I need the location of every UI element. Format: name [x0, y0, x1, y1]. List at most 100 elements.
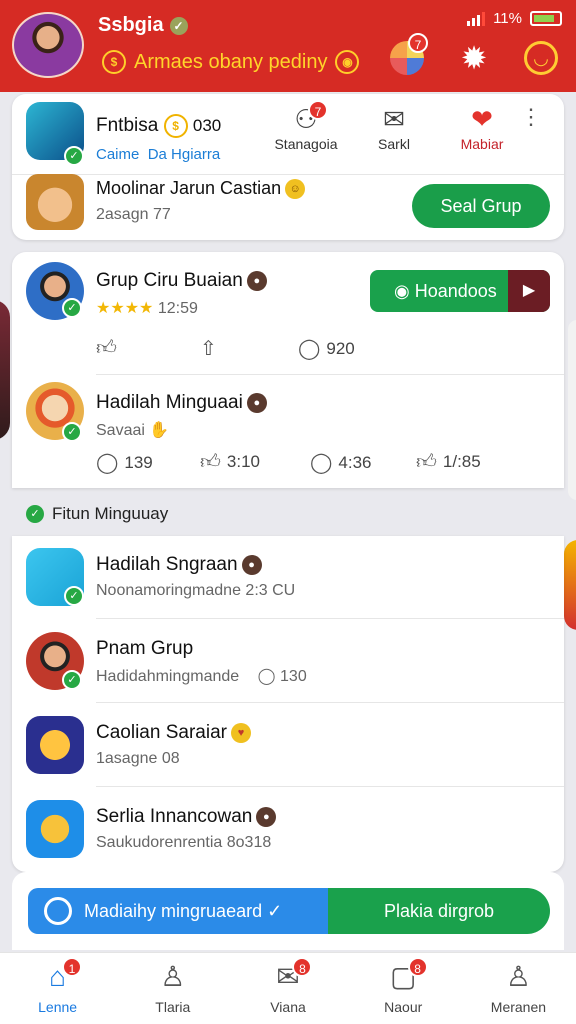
verified-icon: ✓ [169, 16, 188, 35]
section-heading: ✓ Fitun Minguuay [12, 494, 564, 534]
nav-home[interactable]: ⌂ 1 Lenne [0, 953, 115, 1024]
coin-status[interactable]: $ Armaes obany pediny ◉ [96, 46, 369, 78]
list-item[interactable]: ✓ Hadilah Sngraan ● Noonamoringmadne 2:3 … [12, 536, 564, 618]
list-title: Pnam Grup [96, 638, 194, 659]
row-title: Moolinar Jarun Castian ☺ [96, 178, 306, 200]
verified-check-icon: ✓ [62, 298, 82, 318]
status-bar: 11% [467, 10, 562, 27]
bottom-navigation: ⌂ 1 Lenne ♙ Tlaria ✉ 8 Viana ▢ 8 Naour ♙… [0, 952, 576, 1024]
tab-mail[interactable]: ✉ Sarkl [350, 102, 438, 152]
share-icon: ⇧ [200, 338, 217, 360]
nav-saved[interactable]: ▢ 8 Naour [346, 953, 461, 1024]
smile-icon[interactable]: ◡ [524, 41, 558, 75]
tab-badge: 7 [308, 100, 328, 120]
battery-icon [530, 11, 562, 26]
check-icon: ✓ [26, 505, 44, 523]
nav-profile[interactable]: ♙ Meranen [461, 953, 576, 1024]
emoji-icon: ● [256, 806, 277, 827]
comment-icon: ◯ [96, 452, 119, 474]
comment-action[interactable]: ◯ 920 [298, 336, 355, 361]
divider [96, 618, 564, 619]
chat-group-icon: ⚇ [294, 104, 318, 134]
mascot-avatar[interactable] [26, 174, 84, 230]
comment-action[interactable]: ◯ 4:36 [310, 450, 371, 475]
app-header: Ssbgia ✓ $ Armaes obany pediny ◉ 11% 7 ✹ … [0, 0, 576, 92]
profile-icon: ♙ [505, 961, 531, 992]
group-title: Grup Ciru Buaian ● [96, 270, 267, 292]
group-title-text: Grup Ciru Buaian [96, 270, 243, 291]
list-item[interactable]: ✓ Pnam Grup Hadidahmingmande ◯ 130 [12, 620, 564, 702]
like-action[interactable]: 👍︎ [96, 336, 123, 360]
bookmark-icon: ▢ [389, 961, 417, 992]
tab-favorites[interactable]: ❤ Mabiar [438, 102, 526, 152]
comment-icon: ◯ [298, 338, 321, 360]
tab-label: Mabiar [460, 136, 504, 152]
refresh-icon [44, 897, 72, 925]
status-percent: 11% [493, 10, 522, 27]
person-icon: ♙ [160, 961, 186, 992]
emoji-icon: ♥ [230, 722, 251, 743]
join-group-button[interactable]: Seal Grup [412, 184, 550, 228]
weekly-gift-button[interactable]: Madiaihy mingruaeard ✓ [28, 888, 328, 934]
username-row: Ssbgia ✓ [98, 14, 188, 37]
play-arrow-icon[interactable]: ▶ [508, 270, 550, 312]
nav-inbox[interactable]: ✉ 8 Viana [230, 953, 345, 1024]
rating-stars: ★★★★ [96, 300, 154, 317]
verified-check-icon: ✓ [64, 146, 84, 166]
game-ball-icon[interactable]: 7 [390, 33, 428, 75]
tab-label: Sarkl [378, 136, 410, 152]
like-action[interactable]: 👍︎ 1/:85 [416, 450, 481, 474]
emoji-icon: ● [246, 270, 267, 291]
profile-name-row: Fntbisa $ 030 [96, 114, 221, 138]
thumbs-up-icon: 👍︎ [416, 451, 437, 473]
settings-gear-icon[interactable]: ✹ [456, 40, 492, 76]
profile-meta: 030 [192, 116, 222, 136]
profile-name: Fntbisa [96, 115, 159, 137]
comment-count: 130 [280, 668, 307, 685]
user-avatar[interactable] [12, 12, 84, 78]
profile-link-1[interactable]: Caime [96, 146, 139, 163]
nav-label: Viana [270, 999, 306, 1015]
divider [96, 374, 564, 375]
follow-button[interactable]: ◉ Hoandoos ▶ [370, 270, 550, 312]
list-item[interactable]: Serlia Innancowan ● Saukudorenrentia 8o31… [12, 788, 564, 870]
verified-check-icon: ✓ [62, 670, 82, 690]
group-subtitle: Savaai ✋ [96, 422, 170, 439]
group-card: ✓ Grup Ciru Buaian ● ★★★★ 12:59 ◉ Hoandoo… [12, 252, 564, 488]
comment-action[interactable]: ◯ 139 [96, 450, 153, 475]
thumbs-up-icon: 👍︎ [96, 337, 117, 359]
list-item[interactable]: Caolian Saraiar ♥ 1asagne 08 [12, 704, 564, 786]
like-action[interactable]: 👍︎ 3:10 [200, 450, 260, 474]
list-subtitle: Hadidahmingmande ◯ 130 [96, 668, 307, 685]
home-icon: ⌂ [49, 961, 67, 992]
background-decoration-right-accent [564, 540, 576, 630]
list-subtitle: 1asagne 08 [96, 750, 180, 767]
profile-card: ✓ Fntbisa $ 030 Caime Da Hgiarra ⚇ 7 Sta… [12, 94, 564, 240]
list-title: Hadilah Sngraan ● [96, 554, 262, 576]
more-menu-icon[interactable]: ⋮ [520, 106, 542, 128]
chevron-down-icon: ✓ [267, 901, 283, 921]
profile-tabs: ⚇ 7 Stanagoia ✉ Sarkl ❤ Mabiar [262, 100, 526, 152]
list-subtitle: Saukudorenrentia 8o318 [96, 834, 272, 851]
comment-icon: ◯ [310, 452, 333, 474]
header-subtitle: Armaes obany pediny [134, 50, 328, 73]
pin-icon: ◉ [335, 50, 360, 74]
nav-badge: 1 [62, 957, 82, 977]
header-actions: 7 ✹ ◡ [390, 33, 558, 76]
tab-group-chat[interactable]: ⚇ 7 Stanagoia [262, 100, 350, 152]
thumbs-up-icon: 👍︎ [200, 451, 221, 473]
nav-people[interactable]: ♙ Tlaria [115, 953, 230, 1024]
group-play-button[interactable]: Plakia dirgrob [328, 888, 550, 934]
share-action[interactable]: ⇧ [200, 336, 223, 361]
background-decoration-left [0, 300, 10, 440]
featured-list: ✓ Hadilah Sngraan ● Noonamoringmadne 2:3 … [12, 536, 564, 872]
mail-icon: ✉ [383, 104, 405, 134]
background-decoration-right [568, 320, 576, 500]
username: Ssbgia [98, 14, 164, 36]
row-title-text: Moolinar Jarun Castian [96, 178, 282, 198]
profile-link-2[interactable]: Da Hgiarra [148, 146, 221, 163]
nav-label: Naour [384, 999, 423, 1015]
emoji-icon: ● [241, 554, 262, 575]
follow-label: Hoandoos [414, 281, 497, 301]
heart-icon: ❤ [471, 104, 493, 134]
